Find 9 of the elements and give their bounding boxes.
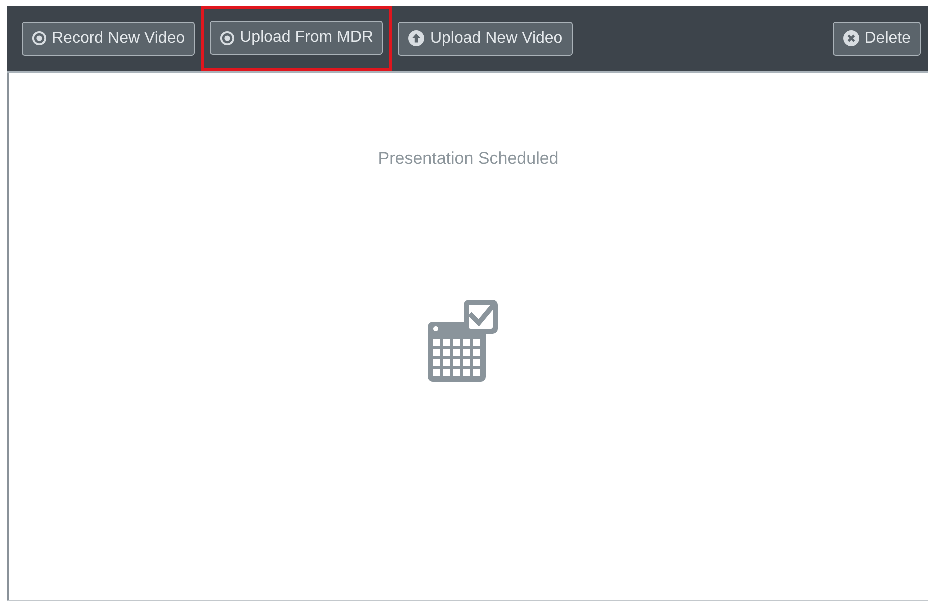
upload-icon <box>408 30 426 47</box>
toolbar-button[interactable]: Record New Video <box>22 22 196 56</box>
toolbar-button[interactable]: Delete <box>832 22 921 56</box>
toolbar-button[interactable]: Upload From MDR <box>210 21 384 55</box>
radio-dot-icon <box>220 30 236 46</box>
toolbar-button[interactable]: Upload New Video <box>398 22 573 56</box>
status-message: Presentation Scheduled <box>378 148 559 170</box>
close-icon <box>842 30 860 47</box>
radio-dot-icon <box>32 31 47 46</box>
